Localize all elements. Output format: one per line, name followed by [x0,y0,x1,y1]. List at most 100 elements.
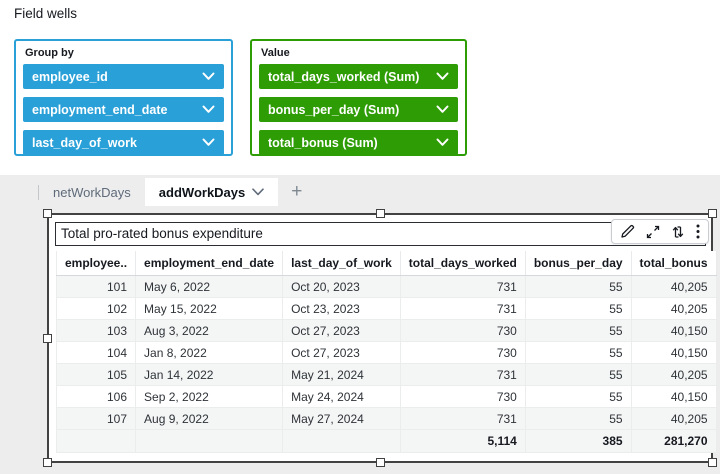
table-row: 105Jan 14, 2022May 21, 20247315540,205 [57,364,717,386]
table-cell[interactable]: 103 [57,320,136,342]
table-cell[interactable]: Sep 2, 2022 [136,386,283,408]
table-cell[interactable]: 731 [400,298,525,320]
table-cell[interactable]: 55 [525,364,631,386]
field-pill-label: last_day_of_work [32,136,137,150]
field-pill-label: employment_end_date [32,103,167,117]
table-cell[interactable]: 105 [57,364,136,386]
field-pill-bonus-per-day[interactable]: bonus_per_day (Sum) [259,97,458,122]
field-pill-label: bonus_per_day (Sum) [268,103,399,117]
tab-addworkdays[interactable]: addWorkDays [145,178,278,206]
value-label: Value [261,47,465,59]
resize-handle[interactable] [43,458,52,467]
table-cell[interactable]: 55 [525,408,631,430]
column-header[interactable]: bonus_per_day [525,251,631,276]
table-row: 101May 6, 2022Oct 20, 20237315540,205 [57,276,717,298]
add-sheet-button[interactable]: + [278,178,315,206]
table-cell[interactable]: 107 [57,408,136,430]
table-cell[interactable]: May 24, 2024 [283,386,401,408]
table-cell[interactable]: Jan 8, 2022 [136,342,283,364]
table-cell[interactable]: 40,205 [631,276,716,298]
table-cell[interactable]: 40,205 [631,408,716,430]
table-cell[interactable]: 40,205 [631,364,716,386]
field-pill-label: total_days_worked (Sum) [268,70,419,84]
table-cell[interactable]: May 15, 2022 [136,298,283,320]
table-cell[interactable]: 281,270 [631,430,716,453]
group-by-well: Group by employee_id employment_end_date… [14,39,233,156]
column-header[interactable]: employment_end_date [136,251,283,276]
resize-handle[interactable] [43,334,52,343]
field-pill-total-days-worked[interactable]: total_days_worked (Sum) [259,64,458,89]
value-well: Value total_days_worked (Sum) bonus_per_… [250,39,467,156]
table-cell[interactable]: Aug 9, 2022 [136,408,283,430]
swap-arrows-icon[interactable] [671,225,685,239]
table-cell[interactable]: 5,114 [400,430,525,453]
table-cell[interactable]: 731 [400,408,525,430]
field-pill-label: employee_id [32,70,108,84]
table-cell[interactable] [57,430,136,453]
table-cell[interactable]: 55 [525,298,631,320]
column-header[interactable]: employee.. [57,251,136,276]
table-cell[interactable] [283,430,401,453]
visual-toolbar [611,219,709,244]
field-pill-employee-id[interactable]: employee_id [23,64,224,89]
table-cell[interactable]: Oct 23, 2023 [283,298,401,320]
edit-pencil-icon[interactable] [620,224,635,239]
table-cell[interactable]: May 6, 2022 [136,276,283,298]
resize-handle[interactable] [708,458,717,467]
visual-title[interactable]: Total pro-rated bonus expenditure [55,222,706,246]
table-cell[interactable]: 101 [57,276,136,298]
table-cell[interactable]: May 27, 2024 [283,408,401,430]
chevron-down-icon [436,105,449,114]
table-row: 107Aug 9, 2022May 27, 20247315540,205 [57,408,717,430]
table-cell[interactable]: 40,150 [631,320,716,342]
table-cell[interactable]: Oct 27, 2023 [283,320,401,342]
table-cell[interactable]: Oct 20, 2023 [283,276,401,298]
table-cell[interactable]: 102 [57,298,136,320]
table-cell[interactable]: May 21, 2024 [283,364,401,386]
sheet-canvas: netWorkDays addWorkDays + Total pro-rate… [0,175,720,474]
table-cell[interactable] [136,430,283,453]
maximize-icon[interactable] [646,225,660,239]
table-cell[interactable]: 55 [525,386,631,408]
table-row: 102May 15, 2022Oct 23, 20237315540,205 [57,298,717,320]
totals-row: 5,114385281,270 [57,430,717,453]
pivot-table: employee..employment_end_datelast_day_of… [56,251,717,453]
table-cell[interactable]: 55 [525,320,631,342]
table-cell[interactable]: 385 [525,430,631,453]
table-cell[interactable]: 731 [400,276,525,298]
table-cell[interactable]: Jan 14, 2022 [136,364,283,386]
table-header-row: employee..employment_end_datelast_day_of… [57,251,717,276]
field-pill-last-day-of-work[interactable]: last_day_of_work [23,130,224,155]
chevron-down-icon[interactable] [252,188,264,196]
field-pill-label: total_bonus (Sum) [268,136,378,150]
table-cell[interactable]: 55 [525,342,631,364]
resize-handle[interactable] [708,209,717,218]
table-row: 106Sep 2, 2022May 24, 20247305540,150 [57,386,717,408]
table-cell[interactable]: 40,205 [631,298,716,320]
table-cell[interactable]: 730 [400,320,525,342]
tab-label: netWorkDays [53,185,131,200]
field-pill-total-bonus[interactable]: total_bonus (Sum) [259,130,458,155]
table-cell[interactable]: 106 [57,386,136,408]
table-cell[interactable]: 55 [525,276,631,298]
column-header[interactable]: total_bonus [631,251,716,276]
table-cell[interactable]: 730 [400,386,525,408]
sheet-tabs: netWorkDays addWorkDays + [38,178,315,206]
resize-handle[interactable] [376,209,385,218]
column-header[interactable]: total_days_worked [400,251,525,276]
tab-networkdays[interactable]: netWorkDays [39,178,145,206]
table-cell[interactable]: 104 [57,342,136,364]
table-cell[interactable]: Oct 27, 2023 [283,342,401,364]
table-cell[interactable]: 731 [400,364,525,386]
tab-label: addWorkDays [159,185,245,200]
table-cell[interactable]: 730 [400,342,525,364]
table-cell[interactable]: 40,150 [631,342,716,364]
selected-visual[interactable]: Total pro-rated bonus expenditure employ… [47,213,713,463]
resize-handle[interactable] [376,458,385,467]
kebab-menu-icon[interactable] [696,224,700,239]
resize-handle[interactable] [43,209,52,218]
field-pill-employment-end-date[interactable]: employment_end_date [23,97,224,122]
column-header[interactable]: last_day_of_work [283,251,401,276]
table-cell[interactable]: 40,150 [631,386,716,408]
table-cell[interactable]: Aug 3, 2022 [136,320,283,342]
